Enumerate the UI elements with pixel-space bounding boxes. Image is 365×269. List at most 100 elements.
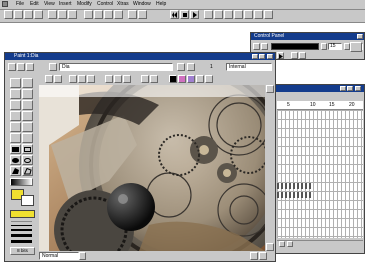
cp-play-icon[interactable]	[277, 52, 284, 59]
lighten-icon[interactable]	[87, 75, 95, 83]
arc-tool-icon[interactable]	[10, 133, 21, 143]
loop-icon[interactable]	[291, 52, 298, 59]
scroll-right-icon[interactable]	[287, 241, 293, 247]
smooth-icon[interactable]	[123, 75, 131, 83]
paint-maximize-icon[interactable]	[259, 54, 265, 59]
switch-colors-icon[interactable]	[141, 75, 149, 83]
onion-skin-icon[interactable]	[169, 75, 177, 83]
eyedropper-tool-icon[interactable]	[10, 100, 21, 110]
menu-window[interactable]: Window	[133, 1, 151, 7]
text-tool-icon[interactable]	[10, 111, 21, 121]
scroll-left-icon[interactable]	[279, 241, 285, 247]
exchange-icon[interactable]	[114, 10, 123, 19]
polygon-tool-icon[interactable]	[22, 166, 33, 176]
fps-input[interactable]: 15	[328, 43, 342, 50]
marquee-tool-icon[interactable]	[22, 78, 33, 88]
menu-edit[interactable]: Edit	[30, 1, 39, 7]
toolbar-rewind-icon[interactable]	[170, 10, 179, 19]
hand-tool-icon[interactable]	[10, 89, 21, 99]
copy-icon[interactable]	[68, 10, 77, 19]
control-panel-close-icon[interactable]	[357, 34, 363, 39]
bucket-tool-icon[interactable]	[22, 100, 33, 110]
clear-icon[interactable]	[94, 10, 103, 19]
score-icon[interactable]	[224, 10, 233, 19]
score-grid[interactable]	[277, 110, 363, 238]
scroll-up-icon[interactable]	[266, 85, 274, 93]
paint-titlebar[interactable]: Paint 1:Dia	[5, 53, 275, 60]
line-width-none[interactable]	[11, 221, 32, 222]
rect-tool-icon[interactable]	[22, 144, 33, 154]
cut-icon[interactable]	[58, 10, 67, 19]
rotate-icon[interactable]	[196, 75, 204, 83]
info-icon[interactable]	[187, 63, 195, 71]
menu-help[interactable]: Help	[156, 1, 166, 7]
h-scroll-left-icon[interactable]	[250, 252, 258, 260]
line-width-3[interactable]	[11, 234, 32, 237]
fill-icon[interactable]	[114, 75, 122, 83]
pattern-swatch[interactable]	[10, 210, 35, 218]
paint-canvas[interactable]	[39, 85, 265, 251]
filled-polygon-tool-icon[interactable]	[10, 166, 21, 176]
menu-insert[interactable]: Insert	[59, 1, 72, 7]
sprite-channel-row[interactable]	[277, 183, 311, 189]
message-icon[interactable]	[264, 10, 273, 19]
sprite-channel-row[interactable]	[277, 192, 311, 198]
control-panel-titlebar[interactable]: Control Panel	[251, 33, 364, 40]
menu-file[interactable]: File	[16, 1, 24, 7]
menu-control[interactable]: Control	[97, 1, 113, 7]
rotate-free-icon[interactable]	[205, 75, 213, 83]
stage-icon[interactable]	[204, 10, 213, 19]
cast-drag-icon[interactable]	[49, 63, 57, 71]
bit-depth-button[interactable]: 8 bits	[10, 247, 35, 255]
darken-icon[interactable]	[105, 75, 113, 83]
score-minimize-icon[interactable]	[340, 86, 346, 91]
volume-icon[interactable]	[299, 52, 306, 59]
paint-close-icon[interactable]	[267, 54, 273, 59]
line-tool-icon[interactable]	[22, 133, 33, 143]
text-icon[interactable]	[244, 10, 253, 19]
filled-rect-tool-icon[interactable]	[10, 144, 21, 154]
score-maximize-icon[interactable]	[347, 86, 353, 91]
scroll-down-icon[interactable]	[266, 243, 274, 251]
trace-edges-icon[interactable]	[69, 75, 77, 83]
gradient-colors-icon[interactable]	[10, 178, 33, 186]
color-cycle-icon[interactable]	[178, 75, 186, 83]
invert-icon[interactable]	[78, 75, 86, 83]
h-scroll-right-icon[interactable]	[259, 252, 267, 260]
gradient-icon[interactable]	[187, 75, 195, 83]
line-width-other[interactable]	[11, 240, 32, 243]
zoom-tool-icon[interactable]	[22, 89, 33, 99]
toolbar-play-icon[interactable]	[190, 10, 199, 19]
score-hscrollbar[interactable]	[277, 240, 363, 248]
script-button-icon[interactable]	[177, 63, 185, 71]
menu-view[interactable]: View	[44, 1, 55, 7]
line-width-1[interactable]	[11, 225, 32, 226]
cast-name-input[interactable]: Dia	[59, 63, 173, 71]
ink-mode-select[interactable]: Normal	[39, 252, 79, 260]
step-forward-icon[interactable]	[261, 43, 268, 50]
score-close-icon[interactable]	[355, 86, 361, 91]
filled-ellipse-tool-icon[interactable]	[10, 155, 21, 165]
flip-vertical-icon[interactable]	[54, 75, 62, 83]
top-right-window-button[interactable]	[350, 42, 362, 52]
registration-icon[interactable]	[150, 75, 158, 83]
paint-vscrollbar[interactable]	[266, 85, 274, 251]
brush-tool-icon[interactable]	[22, 122, 33, 132]
cast-icon[interactable]	[214, 10, 223, 19]
ink-mode-dropdown-icon[interactable]	[79, 252, 86, 260]
background-color-swatch[interactable]	[21, 195, 34, 206]
menu-xtras[interactable]: Xtras	[117, 1, 129, 7]
add-cast-icon[interactable]	[26, 63, 34, 71]
line-width-2[interactable]	[11, 229, 32, 231]
find-icon[interactable]	[104, 10, 113, 19]
import-icon[interactable]	[34, 10, 43, 19]
air-brush-tool-icon[interactable]	[10, 122, 21, 132]
toolbar-stop-icon[interactable]	[180, 10, 189, 19]
paint-icon[interactable]	[234, 10, 243, 19]
paint-minimize-icon[interactable]	[252, 54, 258, 59]
paste-icon[interactable]	[84, 10, 93, 19]
menu-modify[interactable]: Modify	[77, 1, 92, 7]
flip-horizontal-icon[interactable]	[45, 75, 53, 83]
new-movie-icon[interactable]	[4, 10, 13, 19]
open-icon[interactable]	[14, 10, 23, 19]
